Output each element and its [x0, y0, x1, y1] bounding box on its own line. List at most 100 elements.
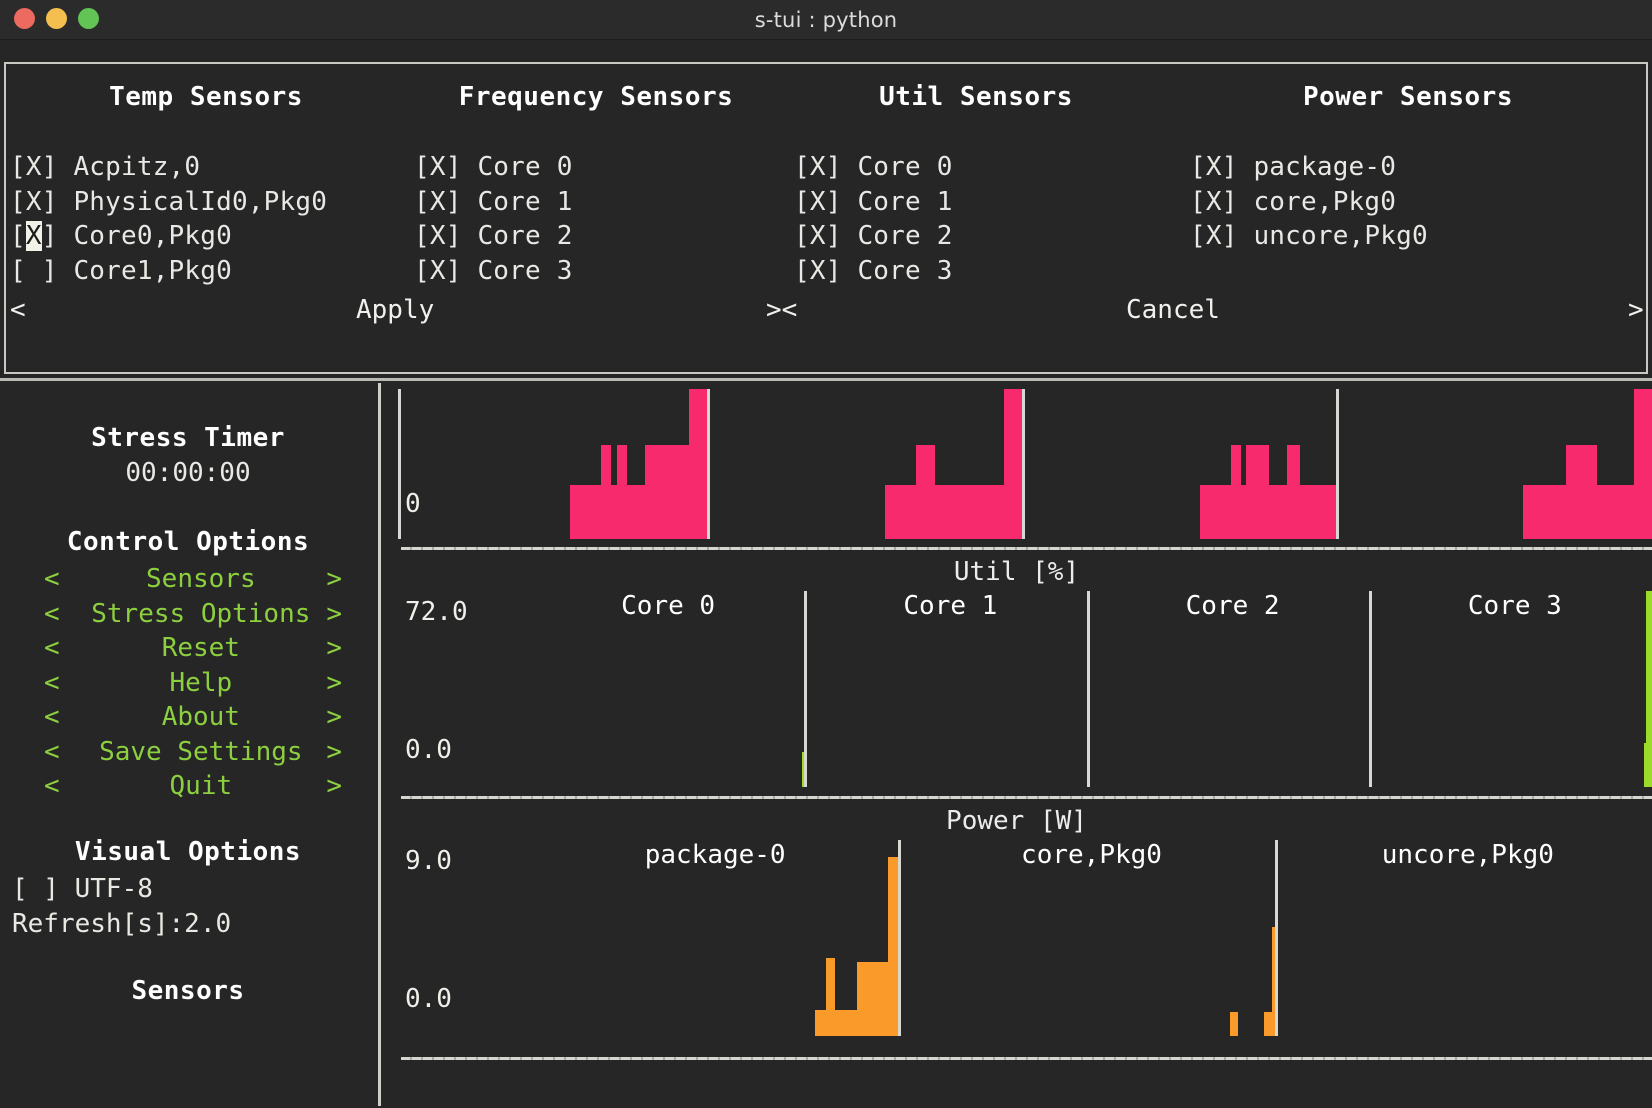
cancel-button[interactable]: Cancel — [1126, 288, 1220, 332]
checkbox-bracket-close: ] — [1221, 221, 1254, 251]
checkbox-bracket-close: ] — [41, 152, 74, 182]
checkbox-mark[interactable]: X — [25, 221, 42, 251]
window-title: s-tui : python — [754, 8, 898, 32]
sensors-section-title: Sensors — [131, 976, 245, 1006]
middle-arrows[interactable]: >< — [766, 288, 797, 332]
checkbox-bracket-open: [ — [10, 152, 26, 182]
sensor-checkbox-power-1[interactable]: [X] core,Pkg0 — [1190, 185, 1650, 220]
control-options-menu: < Sensors > < Stress Options > < Reset > < Hel… — [0, 562, 376, 804]
checkbox-mark[interactable] — [26, 256, 42, 286]
sensor-checkbox-frequency-3[interactable]: [X] Core 3 — [414, 254, 786, 289]
checkbox-mark[interactable]: X — [810, 187, 826, 217]
chevron-left-icon[interactable]: < — [44, 735, 75, 770]
sensor-checkbox-temp-2[interactable]: [X] Core0,Pkg0 — [10, 219, 406, 254]
sensor-checkbox-frequency-2[interactable]: [X] Core 2 — [414, 219, 786, 254]
temp-sensors-list: [X] Acpitz,0 [X] PhysicalId0,Pkg0 [X] Core… — [6, 150, 406, 288]
chevron-right-icon[interactable]: > — [326, 597, 342, 632]
chevron-left-icon[interactable]: < — [44, 769, 75, 804]
checkbox-mark[interactable]: X — [810, 152, 826, 182]
menu-item-save-settings[interactable]: < Save Settings > — [0, 735, 376, 770]
sensor-label: Core 0 — [477, 152, 573, 182]
util-sensors-title: Util Sensors — [879, 82, 1073, 112]
checkbox-bracket-close: ] — [41, 221, 74, 251]
frequency-graph[interactable]: 0 — [381, 381, 1652, 547]
chevron-left-icon[interactable]: < — [44, 562, 75, 597]
checkbox-mark[interactable]: X — [810, 256, 826, 286]
util-graph-label-2: Core 2 — [1185, 591, 1280, 621]
sensor-checkbox-util-3[interactable]: [X] Core 3 — [794, 254, 1166, 289]
sensor-checkbox-power-0[interactable]: [X] package-0 — [1190, 150, 1650, 185]
util-graph-label-1: Core 1 — [903, 591, 998, 621]
chevron-left-icon[interactable]: < — [44, 631, 75, 666]
chevron-right-icon[interactable]: > — [326, 769, 342, 804]
menu-item-about[interactable]: < About > — [0, 700, 376, 735]
sensor-label: Core 2 — [857, 221, 953, 251]
chevron-right-icon[interactable]: > — [326, 631, 342, 666]
bar — [1233, 1012, 1238, 1036]
menu-item-label: Stress Options — [91, 598, 311, 629]
frequency-graph-panel-3 — [1345, 389, 1652, 539]
bottom-separator — [401, 1057, 1652, 1060]
chevron-left-icon[interactable]: < — [44, 700, 75, 735]
checkbox-mark[interactable]: X — [430, 256, 446, 286]
checkbox-bracket-open: [ — [794, 186, 810, 217]
checkbox-mark[interactable]: X — [26, 187, 42, 217]
menu-item-help[interactable]: < Help > — [0, 666, 376, 701]
menu-item-label: Reset — [161, 633, 240, 663]
sensor-checkbox-util-0[interactable]: [X] Core 0 — [794, 150, 1166, 185]
panel-divider — [1336, 389, 1340, 539]
util-graph[interactable]: Util [%] 72.0 0.0 Core 0 Core 1 Core 2 Core… — [381, 553, 1652, 796]
visual-options-title: Visual Options — [74, 837, 302, 867]
menu-item-label: About — [161, 702, 240, 732]
frequency-sensors-list: [X] Core 0 [X] Core 1 [X] Core 2 [X] Core 3 — [406, 150, 786, 288]
checkbox-mark[interactable]: X — [430, 152, 446, 182]
checkbox-mark[interactable]: X — [1206, 152, 1222, 182]
util-separator — [401, 547, 1652, 550]
power-graph-title: Power [W] — [946, 806, 1087, 836]
utf8-checkbox[interactable]: [ ] UTF-8 — [0, 872, 376, 907]
checkbox-bracket-close: ] — [41, 255, 74, 286]
menu-item-sensors[interactable]: < Sensors > — [0, 562, 376, 597]
sensor-checkbox-frequency-1[interactable]: [X] Core 1 — [414, 185, 786, 220]
chevron-right-icon[interactable]: > — [326, 735, 342, 770]
sensor-checkbox-temp-0[interactable]: [X] Acpitz,0 — [10, 150, 406, 185]
checkbox-bracket-open: [ — [10, 221, 26, 251]
sensor-checkbox-temp-3[interactable]: [ ] Core1,Pkg0 — [10, 254, 406, 289]
scroll-left-arrow[interactable]: < — [10, 288, 26, 332]
chevron-right-icon[interactable]: > — [326, 666, 342, 701]
power-graph[interactable]: Power [W] 9.0 0.0 package-0 core,Pkg0 unco… — [381, 802, 1652, 1057]
sensor-checkbox-util-2[interactable]: [X] Core 2 — [794, 219, 1166, 254]
sensor-label: Core1,Pkg0 — [73, 255, 232, 286]
util-y-tick-max: 72.0 — [405, 597, 468, 627]
chevron-right-icon[interactable]: > — [326, 700, 342, 735]
power-separator — [401, 796, 1652, 799]
checkbox-mark[interactable]: X — [430, 221, 446, 251]
power-sensors-list: [X] package-0 [X] core,Pkg0 [X] uncore,Pkg… — [1166, 150, 1650, 254]
checkbox-bracket-open: [ — [794, 221, 810, 251]
power-y-tick-min: 0.0 — [405, 984, 452, 1014]
scroll-right-arrow[interactable]: > — [1628, 288, 1644, 332]
checkbox-mark[interactable]: X — [1206, 187, 1222, 217]
util-y-tick-min: 0.0 — [405, 735, 452, 765]
panel-divider — [898, 840, 902, 1036]
menu-item-stress-options[interactable]: < Stress Options > — [0, 597, 376, 632]
menu-item-reset[interactable]: < Reset > — [0, 631, 376, 666]
menu-item-quit[interactable]: < Quit > — [0, 769, 376, 804]
window-titlebar: s-tui : python — [0, 0, 1652, 40]
checkbox-mark[interactable]: X — [430, 187, 446, 217]
sensor-label: Core 0 — [857, 152, 953, 182]
menu-item-label: Save Settings — [99, 736, 303, 767]
sensor-checkbox-util-1[interactable]: [X] Core 1 — [794, 185, 1166, 220]
sensor-checkbox-frequency-0[interactable]: [X] Core 0 — [414, 150, 786, 185]
checkbox-mark[interactable]: X — [1206, 221, 1222, 251]
checkbox-mark[interactable]: X — [810, 221, 826, 251]
sensor-checkbox-power-2[interactable]: [X] uncore,Pkg0 — [1190, 219, 1650, 254]
chevron-left-icon[interactable]: < — [44, 666, 75, 701]
apply-button[interactable]: Apply — [356, 288, 434, 332]
checkbox-mark[interactable]: X — [26, 152, 42, 182]
chevron-left-icon[interactable]: < — [44, 597, 75, 632]
refresh-rate-field[interactable]: Refresh[s]:2.0 — [0, 907, 376, 942]
chevron-right-icon[interactable]: > — [326, 562, 342, 597]
frequency-sensors-title: Frequency Sensors — [458, 82, 734, 112]
sensor-checkbox-temp-1[interactable]: [X] PhysicalId0,Pkg0 — [10, 185, 406, 220]
